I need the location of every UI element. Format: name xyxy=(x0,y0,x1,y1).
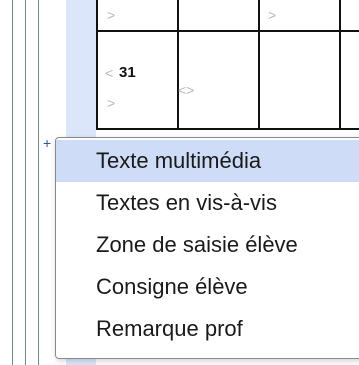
chevron-right-icon: > xyxy=(268,7,277,23)
menu-item-remarque-prof[interactable]: Remarque prof xyxy=(56,308,359,350)
chevron-right-icon: > xyxy=(107,7,116,23)
ruler-line xyxy=(38,0,39,365)
grid-column-divider xyxy=(258,0,260,130)
menu-item-consigne-eleve[interactable]: Consigne élève xyxy=(56,266,359,308)
diamond-icon: <> xyxy=(178,82,195,98)
menu-item-texte-multimedia[interactable]: Texte multimédia xyxy=(56,140,359,182)
menu-item-zone-de-saisie-eleve[interactable]: Zone de saisie élève xyxy=(56,224,359,266)
grid-row-divider xyxy=(98,128,359,130)
document-canvas: > > < 31 > <> + Texte multimédia Textes … xyxy=(0,0,359,365)
grid-row-divider xyxy=(98,30,359,32)
chevron-left-icon: < xyxy=(105,65,114,81)
calendar-grid: > > < 31 > <> xyxy=(96,0,359,130)
menu-item-textes-en-vis-a-vis[interactable]: Textes en vis-à-vis xyxy=(56,182,359,224)
ruler-line xyxy=(25,0,26,365)
insert-context-menu: Texte multimédia Textes en vis-à-vis Zon… xyxy=(55,137,359,359)
grid-column-divider xyxy=(177,0,179,130)
chevron-right-icon: > xyxy=(107,95,116,111)
ruler-line xyxy=(12,0,13,365)
grid-column-divider xyxy=(339,0,341,130)
day-number: 31 xyxy=(119,64,136,81)
add-icon[interactable]: + xyxy=(43,136,51,150)
